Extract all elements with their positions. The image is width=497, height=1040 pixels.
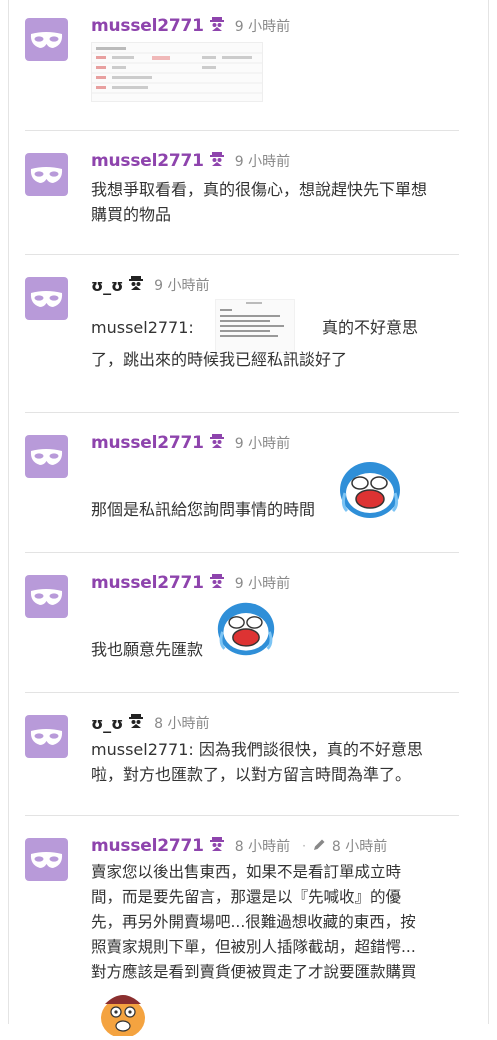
- avatar[interactable]: [25, 838, 68, 881]
- username[interactable]: ʊ_ʊ: [91, 276, 123, 295]
- timestamp: 8 小時前: [234, 839, 291, 855]
- spy-badge-icon: [209, 573, 225, 593]
- comment-line: 照賣家規則下單，但被別人插隊截胡，超錯愕...: [91, 938, 416, 956]
- mask-icon: [30, 589, 63, 605]
- comment-body: 我想爭取看看，真的很傷心，想說趕快先下單想 購買的物品: [91, 177, 461, 227]
- mask-icon: [30, 449, 63, 465]
- comment-header: mussel2771 9 小時前: [91, 573, 290, 593]
- comment-line: mussel2771: 因為我們談很快，真的不好意思: [91, 740, 423, 759]
- username[interactable]: mussel2771: [91, 16, 204, 36]
- comment-header: mussel2771 9 小時前: [91, 433, 290, 453]
- avatar[interactable]: [25, 153, 68, 196]
- avatar[interactable]: [25, 715, 68, 758]
- comment-line: 了，跳出來的時候我已經私訊談好了: [91, 350, 348, 369]
- comment-body-continued: 了，跳出來的時候我已經私訊談好了: [91, 347, 461, 372]
- timestamp: 9 小時前: [234, 154, 291, 170]
- mask-icon: [30, 852, 63, 868]
- comment-line: 啦，對方也匯款了，以對方留言時間為準了。: [91, 765, 412, 784]
- comment-item: mussel2771 9 小時前 那個是私訊給您詢問事情的時間: [25, 413, 459, 553]
- comment-body: 那個是私訊給您詢問事情的時間: [91, 497, 461, 522]
- order-screenshot-image[interactable]: [91, 42, 263, 102]
- surprised-sticker-icon: [97, 988, 149, 1040]
- edited-timestamp: 8 小時前: [331, 839, 388, 855]
- quote-prefix: mussel2771:: [91, 318, 194, 337]
- username[interactable]: mussel2771: [91, 836, 204, 856]
- avatar[interactable]: [25, 575, 68, 618]
- spy-badge-icon: [209, 16, 225, 36]
- comment-item: ʊ_ʊ 8 小時前 mussel2771: 因為我們談很快，真的不好意思 啦，對…: [25, 693, 459, 816]
- mask-icon: [30, 32, 63, 48]
- timestamp: 8 小時前: [154, 716, 210, 732]
- frame-left-border: [8, 0, 9, 1024]
- comment-line: 對方應該是看到賣貨便被買走了才說要匯款購買: [91, 963, 417, 981]
- comment-body: mussel2771: 因為我們談很快，真的不好意思 啦，對方也匯款了，以對方留…: [91, 737, 461, 787]
- comment-item: mussel2771 9 小時前 我也願意先匯款: [25, 553, 459, 693]
- comment-body: 賣家您以後出售東西，如果不是看訂單成立時 間，而是要先留言，那還是以『先喊收』的…: [91, 860, 461, 985]
- comment-header: ʊ_ʊ 8 小時前: [91, 713, 209, 733]
- comment-line: 賣家您以後出售東西，如果不是看訂單成立時: [91, 863, 402, 881]
- comment-item: mussel2771 9 小時前: [25, 0, 459, 131]
- spy-badge-icon: [128, 275, 144, 295]
- spy-badge-icon: [209, 836, 225, 856]
- comment-header: mussel2771 8 小時前 · 8 小時前: [91, 836, 387, 856]
- spy-badge-icon: [209, 151, 225, 171]
- avatar[interactable]: [25, 18, 68, 61]
- frame-right-border: [488, 0, 489, 1024]
- separator-dot: ·: [302, 839, 306, 853]
- username[interactable]: ʊ_ʊ: [91, 714, 123, 733]
- spy-badge-icon: [128, 713, 144, 733]
- mask-icon: [30, 729, 63, 745]
- timestamp: 9 小時前: [234, 436, 291, 452]
- username[interactable]: mussel2771: [91, 433, 204, 453]
- comment-line: 間，而是要先留言，那還是以『先喊收』的優: [91, 888, 402, 906]
- avatar[interactable]: [25, 435, 68, 478]
- comment-item: mussel2771 8 小時前 · 8 小時前 賣家您以後出售東西，如果不是看…: [25, 816, 461, 1038]
- crying-sticker-icon: [215, 599, 277, 663]
- spy-badge-icon: [209, 433, 225, 453]
- comment-list: mussel2771 9 小時前 mussel2771 9 小時前 我想爭取看看…: [25, 0, 461, 1038]
- avatar[interactable]: [25, 277, 68, 320]
- comment-line: 真的不好意思: [321, 318, 418, 337]
- comment-line: 我想爭取看看，真的很傷心，想說趕快先下單想: [91, 180, 428, 199]
- comment-header: mussel2771 9 小時前: [91, 16, 290, 36]
- comment-header: ʊ_ʊ 9 小時前: [91, 275, 209, 295]
- comment-line: 先，再另外開賣場吧...很難過想收藏的東西，按: [91, 913, 416, 931]
- mask-icon: [30, 167, 63, 183]
- mask-icon: [30, 291, 63, 307]
- pencil-icon: [312, 837, 326, 856]
- crying-sticker-icon: [337, 459, 403, 525]
- username[interactable]: mussel2771: [91, 151, 204, 171]
- comment-item: ʊ_ʊ 9 小時前 mussel2771: 真的不好意思 了，跳出來的時候我已經…: [25, 255, 459, 413]
- message-screenshot-image[interactable]: [215, 299, 295, 353]
- comment-item: mussel2771 9 小時前 我想爭取看看，真的很傷心，想說趕快先下單想 購…: [25, 131, 459, 255]
- timestamp: 9 小時前: [154, 278, 210, 294]
- username[interactable]: mussel2771: [91, 573, 204, 593]
- comment-line: 那個是私訊給您詢問事情的時間: [91, 500, 316, 519]
- comment-header: mussel2771 9 小時前: [91, 151, 290, 171]
- comment-line: 購買的物品: [91, 205, 172, 224]
- timestamp: 9 小時前: [234, 576, 291, 592]
- timestamp: 9 小時前: [234, 19, 291, 35]
